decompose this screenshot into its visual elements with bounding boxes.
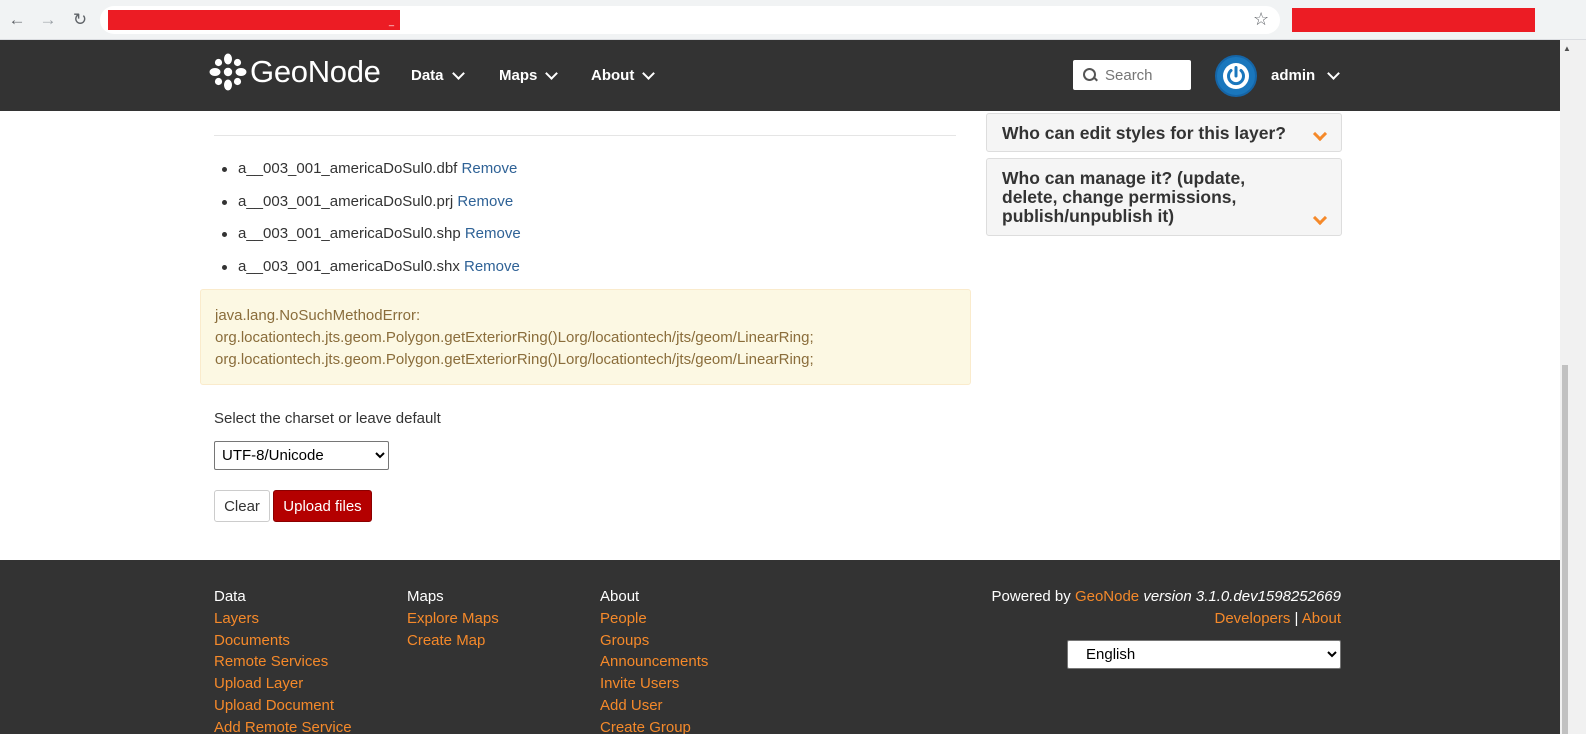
footer-link-create-map[interactable]: Create Map bbox=[407, 630, 499, 652]
error-alert: java.lang.NoSuchMethodError: org.locatio… bbox=[200, 289, 971, 385]
separator: | bbox=[1294, 609, 1299, 627]
footer-link-remote-services[interactable]: Remote Services bbox=[214, 651, 352, 673]
power-icon bbox=[1223, 63, 1249, 89]
file-name: a__003_001_americaDoSul0.shp bbox=[238, 225, 461, 242]
geonode-link[interactable]: GeoNode bbox=[1075, 588, 1139, 605]
footer-col-data: Data Layers Documents Remote Services Up… bbox=[214, 586, 352, 734]
file-name: a__003_001_americaDoSul0.shx bbox=[238, 257, 460, 275]
language-select[interactable]: English bbox=[1067, 640, 1341, 669]
chevron-down-icon bbox=[451, 66, 465, 80]
powered-by-text: Powered by bbox=[991, 588, 1071, 605]
nav-data[interactable]: Data bbox=[411, 66, 465, 84]
upload-files-button[interactable]: Upload files bbox=[273, 490, 372, 522]
footer-link-people[interactable]: People bbox=[600, 608, 708, 630]
brand-name: GeoNode bbox=[250, 54, 381, 89]
footer-link-layers[interactable]: Layers bbox=[214, 608, 352, 630]
version-text: version 3.1.0.dev1598252669 bbox=[1143, 588, 1341, 605]
perm-manage-panel[interactable]: Who can manage it? (update, delete, chan… bbox=[986, 158, 1342, 236]
footer-link-upload-layer[interactable]: Upload Layer bbox=[214, 673, 352, 695]
footer-link-announcements[interactable]: Announcements bbox=[600, 651, 708, 673]
perm-edit-styles-panel[interactable]: Who can edit styles for this layer? bbox=[986, 113, 1342, 152]
list-item: a__003_001_americaDoSul0.dbf Remove bbox=[222, 160, 521, 193]
search-input[interactable] bbox=[1105, 66, 1185, 84]
footer-link-upload-document[interactable]: Upload Document bbox=[214, 695, 352, 717]
remove-link[interactable]: Remove bbox=[457, 193, 513, 210]
avatar[interactable] bbox=[1215, 55, 1257, 97]
error-line: org.locationtech.jts.geom.Polygon.getExt… bbox=[215, 351, 814, 368]
clear-button[interactable]: Clear bbox=[214, 490, 270, 522]
footer-col-maps: Maps Explore Maps Create Map bbox=[407, 586, 499, 651]
list-item: a__003_001_americaDoSul0.shx Remove bbox=[222, 257, 521, 291]
error-line: org.locationtech.jts.geom.Polygon.getExt… bbox=[215, 329, 814, 346]
user-name: admin bbox=[1271, 67, 1316, 84]
remove-link[interactable]: Remove bbox=[464, 258, 520, 275]
charset-label: Select the charset or leave default bbox=[214, 410, 441, 427]
top-navbar: GeoNode Data Maps About admin bbox=[0, 40, 1560, 111]
list-item: a__003_001_americaDoSul0.shp Remove bbox=[222, 225, 521, 258]
nav-about[interactable]: About bbox=[591, 66, 656, 84]
user-menu[interactable]: admin bbox=[1271, 66, 1341, 84]
search-box[interactable] bbox=[1073, 60, 1191, 90]
footer-link-create-group[interactable]: Create Group bbox=[600, 717, 708, 734]
list-item: a__003_001_americaDoSul0.prj Remove bbox=[222, 192, 521, 226]
arrow-left-icon[interactable]: ← bbox=[6, 9, 28, 31]
file-name: a__003_001_americaDoSul0.prj bbox=[238, 192, 454, 210]
section-divider bbox=[214, 135, 956, 136]
developers-link[interactable]: Developers bbox=[1215, 610, 1291, 627]
chevron-down-icon bbox=[642, 66, 656, 80]
footer-link-groups[interactable]: Groups bbox=[600, 630, 708, 652]
charset-select[interactable]: UTF-8/Unicode bbox=[214, 441, 389, 470]
about-link[interactable]: About bbox=[1302, 610, 1341, 627]
footer-link-invite-users[interactable]: Invite Users bbox=[600, 673, 708, 695]
footer-heading: About bbox=[600, 588, 640, 605]
nav-about-label: About bbox=[591, 67, 635, 84]
browser-toolbar: ← → ↻ _ ☆ bbox=[0, 0, 1586, 40]
powered-by: Powered by GeoNode version 3.1.0.dev1598… bbox=[992, 586, 1341, 630]
panel-title: Who can manage it? (update, delete, chan… bbox=[1002, 168, 1246, 226]
footer-link-explore-maps[interactable]: Explore Maps bbox=[407, 608, 499, 630]
footer-heading: Data bbox=[214, 588, 246, 605]
error-line: java.lang.NoSuchMethodError: bbox=[215, 307, 421, 324]
chevron-down-icon bbox=[1327, 66, 1341, 80]
remove-link[interactable]: Remove bbox=[462, 160, 518, 177]
redacted-profile bbox=[1292, 8, 1535, 32]
remove-link[interactable]: Remove bbox=[465, 225, 521, 242]
nav-maps-label: Maps bbox=[499, 67, 538, 84]
nav-data-label: Data bbox=[411, 67, 444, 84]
file-list: a__003_001_americaDoSul0.dbf Remove a__0… bbox=[222, 160, 521, 291]
chevron-down-icon[interactable] bbox=[1312, 210, 1328, 226]
geonode-flower-icon bbox=[209, 53, 247, 91]
nav-maps[interactable]: Maps bbox=[499, 66, 559, 84]
scroll-thumb[interactable] bbox=[1562, 365, 1568, 734]
footer-link-add-user[interactable]: Add User bbox=[600, 695, 708, 717]
footer-col-about: About People Groups Announcements Invite… bbox=[600, 586, 708, 734]
file-name: a__003_001_americaDoSul0.dbf bbox=[238, 160, 458, 177]
footer-heading: Maps bbox=[407, 588, 444, 605]
panel-title: Who can edit styles for this layer? bbox=[1002, 123, 1286, 143]
search-icon bbox=[1083, 68, 1097, 82]
chevron-down-icon[interactable] bbox=[1312, 126, 1328, 142]
redacted-url: _ bbox=[108, 10, 400, 30]
star-outline-icon[interactable]: ☆ bbox=[1253, 9, 1269, 30]
footer-link-documents[interactable]: Documents bbox=[214, 630, 352, 652]
arrow-right-icon[interactable]: → bbox=[37, 9, 59, 31]
footer: Data Layers Documents Remote Services Up… bbox=[0, 560, 1560, 734]
reload-icon[interactable]: ↻ bbox=[69, 9, 91, 31]
scroll-up-icon[interactable]: ▲ bbox=[1563, 44, 1571, 53]
chevron-down-icon bbox=[545, 66, 559, 80]
geonode-logo[interactable]: GeoNode bbox=[208, 52, 381, 92]
footer-link-add-remote-service[interactable]: Add Remote Service bbox=[214, 717, 352, 734]
